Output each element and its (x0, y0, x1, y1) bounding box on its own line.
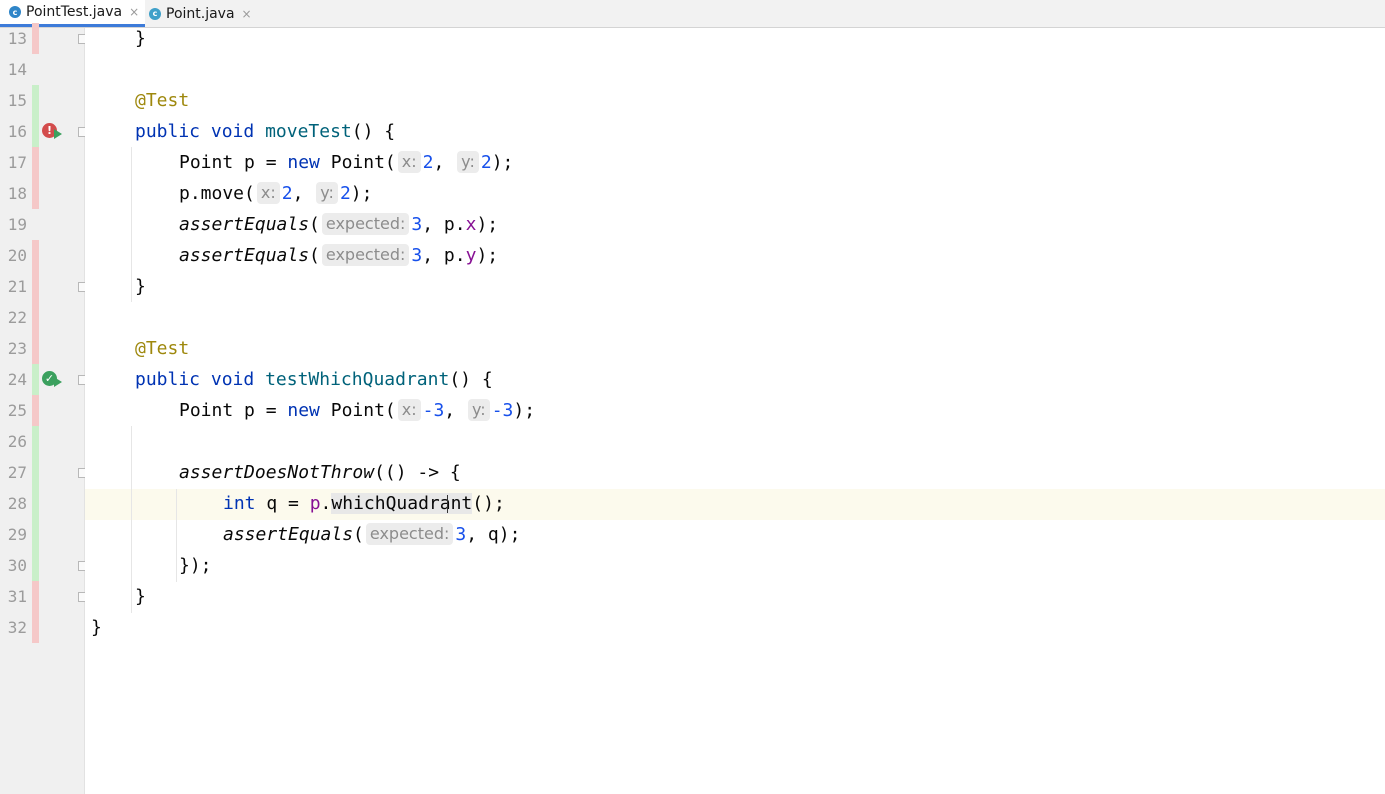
code-line-32: } (91, 617, 102, 638)
code-line-30: }); (179, 555, 212, 576)
run-test-passed-icon[interactable]: ✓ (42, 371, 62, 389)
line-number: 13 (7, 29, 27, 48)
vcs-modified-marker[interactable] (32, 147, 39, 209)
vcs-modified-marker[interactable] (32, 581, 39, 643)
vcs-added-marker[interactable] (32, 426, 39, 581)
code-line-25: Point p = new Point(x: -3, y: -3); (179, 399, 536, 421)
line-number: 29 (7, 525, 27, 544)
vcs-modified-marker[interactable] (32, 240, 39, 364)
run-test-failed-icon[interactable]: ! (42, 123, 62, 141)
parameter-hint: x: (256, 182, 280, 204)
indent-guide (131, 426, 132, 613)
java-test-class-icon: c (9, 6, 21, 18)
parameter-hint: y: (316, 182, 338, 204)
code-line-24: public void testWhichQuadrant() { (135, 369, 493, 390)
tab-label: PointTest.java (26, 4, 123, 20)
editor-gutter[interactable]: 13 14 15 16 17 18 19 20 21 22 23 24 25 2… (0, 23, 88, 794)
line-number: 28 (7, 494, 27, 513)
indent-guide (176, 489, 177, 582)
parameter-hint: expected: (321, 213, 410, 235)
line-number: 19 (7, 215, 27, 234)
line-number: 32 (7, 618, 27, 637)
parameter-hint: x: (397, 399, 421, 421)
close-icon[interactable]: × (242, 7, 252, 21)
line-number: 21 (7, 277, 27, 296)
line-number: 25 (7, 401, 27, 420)
close-icon[interactable]: × (129, 5, 139, 19)
code-line-23: @Test (135, 338, 190, 359)
vcs-added-marker[interactable] (32, 364, 39, 395)
vcs-modified-marker[interactable] (32, 395, 39, 426)
code-line-18: p.move(x: 2, y: 2); (179, 182, 373, 204)
text-cursor (447, 495, 448, 513)
parameter-hint: expected: (321, 244, 410, 266)
code-line-13: } (135, 28, 146, 49)
code-line-19: assertEquals(expected: 3, p.x); (179, 213, 499, 235)
java-class-icon: c (149, 7, 161, 20)
line-number: 30 (7, 556, 27, 575)
code-line-16: public void moveTest() { (135, 121, 396, 142)
code-line-28: int q = p.whichQuadrant(); (223, 493, 505, 514)
tab-point-java[interactable]: c Point.java × (140, 0, 258, 27)
tab-label: Point.java (166, 5, 235, 22)
vcs-modified-marker[interactable] (32, 23, 39, 54)
editor-tab-bar: c PointTest.java × c Point.java × (0, 0, 1385, 28)
parameter-hint: y: (457, 151, 479, 173)
line-number: 18 (7, 184, 27, 203)
line-number: 26 (7, 432, 27, 451)
line-number: 22 (7, 308, 27, 327)
line-number: 31 (7, 587, 27, 606)
line-number: 16 (7, 122, 27, 141)
line-number: 17 (7, 153, 27, 172)
code-line-27: assertDoesNotThrow(() -> { (179, 462, 461, 483)
parameter-hint: x: (397, 151, 421, 173)
line-number: 15 (7, 91, 27, 110)
code-line-15: @Test (135, 90, 190, 111)
parameter-hint: expected: (365, 523, 454, 545)
code-line-17: Point p = new Point(x: 2, y: 2); (179, 151, 514, 173)
line-number: 27 (7, 463, 27, 482)
code-line-21: } (135, 276, 146, 297)
code-line-20: assertEquals(expected: 3, p.y); (179, 244, 499, 266)
line-number: 24 (7, 370, 27, 389)
vcs-added-marker[interactable] (32, 85, 39, 147)
code-line-31: } (135, 586, 146, 607)
code-editor[interactable]: } @Test public void moveTest() { Point p… (85, 28, 1385, 794)
line-number: 14 (7, 60, 27, 79)
line-number: 23 (7, 339, 27, 358)
parameter-hint: y: (467, 399, 490, 421)
indent-guide (131, 147, 132, 302)
code-line-29: assertEquals(expected: 3, q); (223, 523, 521, 545)
line-number: 20 (7, 246, 27, 265)
